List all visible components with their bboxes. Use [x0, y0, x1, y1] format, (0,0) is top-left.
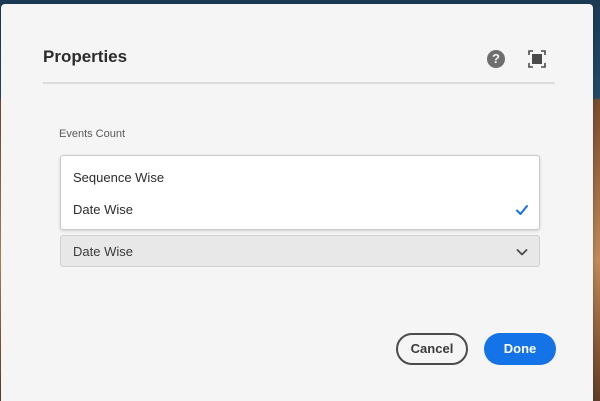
option-label: Sequence Wise [73, 170, 165, 185]
properties-dialog: Properties ? Events Count Sequence Wise … [1, 4, 593, 401]
dialog-title: Properties [43, 47, 128, 66]
events-count-label: Events Count [59, 128, 126, 140]
selected-value: Date Wise [73, 244, 133, 259]
title-divider [43, 82, 555, 84]
chevron-down-icon [516, 249, 528, 256]
fullscreen-icon[interactable] [528, 50, 546, 68]
checkmark-icon [516, 205, 528, 215]
events-count-dropdown-menu: Sequence Wise Date Wise [60, 155, 540, 230]
option-date-wise[interactable]: Date Wise [61, 194, 539, 226]
help-icon[interactable]: ? [487, 50, 505, 68]
option-sequence-wise[interactable]: Sequence Wise [61, 162, 539, 194]
cancel-button[interactable]: Cancel [396, 333, 468, 365]
events-count-select[interactable]: Date Wise [60, 235, 540, 267]
done-button[interactable]: Done [484, 333, 556, 365]
backdrop: Properties ? Events Count Sequence Wise … [0, 0, 600, 401]
option-label: Date Wise [73, 202, 133, 217]
